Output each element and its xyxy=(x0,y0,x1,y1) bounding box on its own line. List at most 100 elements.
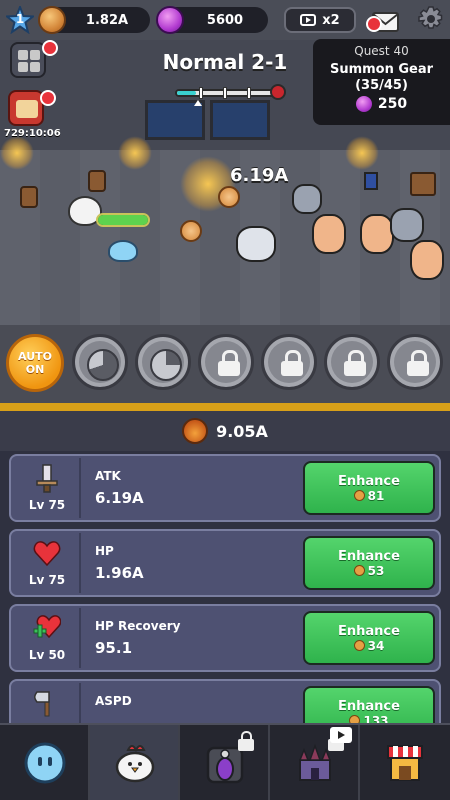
enhance-atk-button[interactable]: Enhance 81 xyxy=(303,461,435,515)
stat-level: Lv 50 xyxy=(28,648,66,662)
enhance-hp-recovery-button[interactable]: Enhance 34 xyxy=(303,611,435,665)
equipment-shortcut[interactable] xyxy=(10,40,58,78)
stage-position-marker xyxy=(194,100,202,106)
auto-skill-toggle[interactable]: AUTO ON xyxy=(6,334,64,392)
banner-flag xyxy=(364,172,378,190)
enhance-cost: 133 xyxy=(349,713,389,724)
quest-reward: 250 xyxy=(313,96,450,112)
player-level-badge[interactable]: 1 xyxy=(4,4,36,35)
enhance-label: Enhance xyxy=(338,548,400,564)
gear-icon xyxy=(418,6,443,29)
chicken-icon xyxy=(115,745,155,783)
skill-slot-2[interactable] xyxy=(135,334,191,390)
enhance-cost-value: 34 xyxy=(367,638,385,653)
enhance-hp-button[interactable]: Enhance 53 xyxy=(303,536,435,590)
coin-icon xyxy=(353,565,365,576)
heart-plus-icon xyxy=(33,615,61,639)
quest-panel[interactable]: Quest 40 Summon Gear (35/45) 250 xyxy=(313,39,450,125)
barrel xyxy=(20,186,38,208)
quest-number: Quest 40 xyxy=(354,44,409,58)
slime-icon xyxy=(24,742,66,784)
stat-value: 95.1 xyxy=(95,639,133,657)
damage-number: 6.19A xyxy=(230,165,289,186)
combat-power-value: 9.05A xyxy=(216,421,268,441)
enhance-cost-value: 81 xyxy=(367,488,385,503)
armor-icon xyxy=(30,62,40,72)
stat-value: 1.96A xyxy=(95,564,144,582)
coin-amount: 1.82A xyxy=(85,12,129,28)
stat-icon-box: Lv 75 xyxy=(13,458,81,518)
stat-row-aspd: ASPD Enhance 133 xyxy=(9,679,441,723)
gem-amount: 5600 xyxy=(206,12,244,28)
skill-slot-6-locked[interactable] xyxy=(387,334,443,390)
nav-tab-pet[interactable] xyxy=(0,725,90,800)
coin-counter[interactable]: 1.82A xyxy=(38,6,150,34)
quest-reward-amount: 250 xyxy=(377,96,408,112)
stage-progress-fill xyxy=(177,91,197,95)
gem-icon xyxy=(156,6,184,34)
ad-boost-multiplier: x2 xyxy=(322,12,340,28)
lock-icon xyxy=(238,731,254,751)
skill-slot-4-locked[interactable] xyxy=(261,334,317,390)
barrel xyxy=(88,170,106,192)
stat-level: Lv 75 xyxy=(28,573,66,587)
shop-icon xyxy=(387,745,423,781)
skull-knight-enemy xyxy=(236,226,276,262)
gem-counter[interactable]: 5600 xyxy=(156,6,268,34)
event-timer: 729:10:06 xyxy=(4,128,61,139)
enhance-cost: 34 xyxy=(353,638,385,653)
shop-event-shortcut[interactable] xyxy=(8,90,56,126)
lock-icon xyxy=(344,350,366,376)
stat-name: ATK xyxy=(95,469,121,483)
coin-icon xyxy=(353,490,365,501)
coin-icon xyxy=(353,640,365,651)
lock-icon xyxy=(281,350,303,376)
slime-pet xyxy=(108,240,138,262)
helmet-icon xyxy=(18,62,28,72)
shield-icon xyxy=(30,50,40,60)
wave-node xyxy=(247,87,251,99)
enhance-aspd-button[interactable]: Enhance 133 xyxy=(303,686,435,723)
skill-slot-5-locked[interactable] xyxy=(324,334,380,390)
cleric-enemy xyxy=(410,240,444,280)
lock-icon xyxy=(407,350,429,376)
enhance-cost-value: 53 xyxy=(367,563,385,578)
stat-icon-box xyxy=(13,683,81,723)
video-ad-icon xyxy=(300,14,317,26)
nav-tab-dungeon[interactable] xyxy=(180,725,270,800)
stat-value: 6.19A xyxy=(95,489,144,507)
nav-tab-hero[interactable] xyxy=(90,725,180,800)
skill-cooldown-icon xyxy=(150,349,182,381)
heart-icon xyxy=(33,541,61,567)
boss-skull-icon xyxy=(270,84,286,100)
skill-slot-3-locked[interactable] xyxy=(198,334,254,390)
nav-tab-shop[interactable] xyxy=(360,725,450,800)
ad-boost-button[interactable]: x2 xyxy=(284,7,356,33)
stat-icon-box: Lv 50 xyxy=(13,608,81,668)
skill-cooldown-icon xyxy=(87,349,119,381)
auto-label: AUTO xyxy=(18,350,52,363)
torch-glow xyxy=(118,136,152,170)
wave-node xyxy=(223,87,227,99)
coin-icon xyxy=(349,715,361,723)
sword-icon xyxy=(18,50,28,60)
nav-tab-castle[interactable] xyxy=(270,725,360,800)
coin-icon xyxy=(38,6,66,34)
mail-button[interactable] xyxy=(366,6,400,34)
enhance-cost: 81 xyxy=(353,488,385,503)
quest-progress: (35/45) xyxy=(355,78,408,93)
stat-level: Lv 75 xyxy=(28,498,66,512)
enhance-cost-value: 133 xyxy=(363,713,389,724)
enhance-cost: 53 xyxy=(353,563,385,578)
stat-row-atk: Lv 75 ATK 6.19A Enhance 81 xyxy=(9,454,441,522)
skill-slot-1[interactable] xyxy=(72,334,128,390)
bottom-navigation xyxy=(0,723,450,800)
stat-name: HP Recovery xyxy=(95,619,181,633)
skill-bar: AUTO ON xyxy=(0,325,450,403)
torch-glow xyxy=(345,136,379,170)
player-level: 1 xyxy=(15,12,25,26)
quest-name: Summon Gear xyxy=(329,62,434,77)
settings-button[interactable] xyxy=(418,6,444,32)
axe-icon xyxy=(34,691,50,717)
stat-upgrade-list[interactable]: Lv 75 ATK 6.19A Enhance 81 Lv 75 HP 1.96… xyxy=(0,451,450,723)
